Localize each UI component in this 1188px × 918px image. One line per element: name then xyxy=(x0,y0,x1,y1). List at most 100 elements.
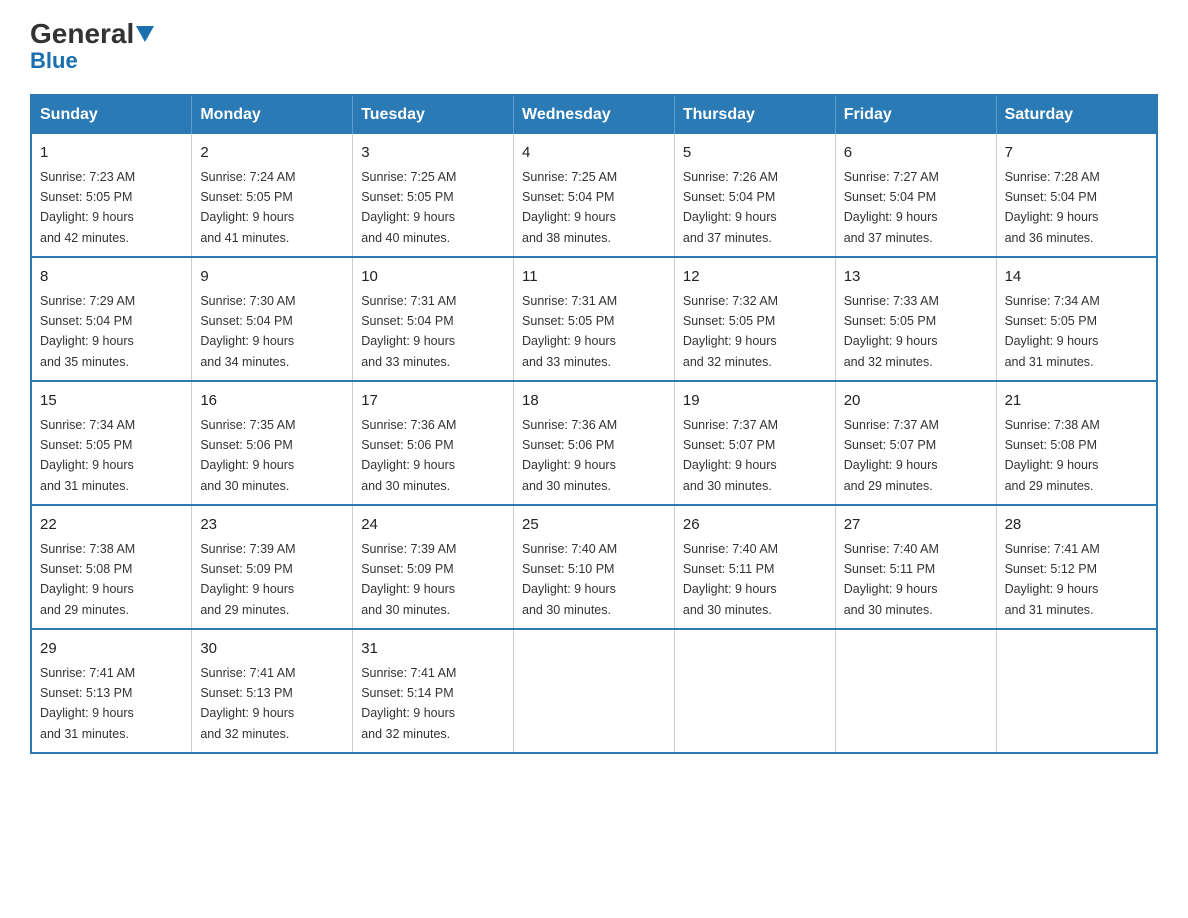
day-number: 11 xyxy=(522,266,666,289)
weekday-header-wednesday: Wednesday xyxy=(514,95,675,134)
day-info: Sunrise: 7:31 AMSunset: 5:04 PMDaylight:… xyxy=(361,294,456,369)
day-number: 26 xyxy=(683,514,827,537)
day-number: 1 xyxy=(40,142,183,165)
day-info: Sunrise: 7:40 AMSunset: 5:11 PMDaylight:… xyxy=(683,542,778,617)
calendar-cell xyxy=(514,629,675,753)
calendar-cell: 24 Sunrise: 7:39 AMSunset: 5:09 PMDaylig… xyxy=(353,505,514,629)
day-number: 15 xyxy=(40,390,183,413)
calendar-cell: 10 Sunrise: 7:31 AMSunset: 5:04 PMDaylig… xyxy=(353,257,514,381)
day-info: Sunrise: 7:28 AMSunset: 5:04 PMDaylight:… xyxy=(1005,170,1100,245)
weekday-header-row: SundayMondayTuesdayWednesdayThursdayFrid… xyxy=(31,95,1157,134)
day-info: Sunrise: 7:41 AMSunset: 5:14 PMDaylight:… xyxy=(361,666,456,741)
day-number: 2 xyxy=(200,142,344,165)
calendar-cell xyxy=(835,629,996,753)
calendar-cell: 20 Sunrise: 7:37 AMSunset: 5:07 PMDaylig… xyxy=(835,381,996,505)
week-row-3: 15 Sunrise: 7:34 AMSunset: 5:05 PMDaylig… xyxy=(31,381,1157,505)
calendar-cell: 29 Sunrise: 7:41 AMSunset: 5:13 PMDaylig… xyxy=(31,629,192,753)
calendar-cell: 19 Sunrise: 7:37 AMSunset: 5:07 PMDaylig… xyxy=(674,381,835,505)
calendar-cell: 6 Sunrise: 7:27 AMSunset: 5:04 PMDayligh… xyxy=(835,134,996,257)
day-info: Sunrise: 7:29 AMSunset: 5:04 PMDaylight:… xyxy=(40,294,135,369)
day-number: 20 xyxy=(844,390,988,413)
day-number: 25 xyxy=(522,514,666,537)
day-number: 21 xyxy=(1005,390,1148,413)
calendar-cell: 13 Sunrise: 7:33 AMSunset: 5:05 PMDaylig… xyxy=(835,257,996,381)
calendar-cell: 15 Sunrise: 7:34 AMSunset: 5:05 PMDaylig… xyxy=(31,381,192,505)
day-number: 29 xyxy=(40,638,183,661)
day-info: Sunrise: 7:31 AMSunset: 5:05 PMDaylight:… xyxy=(522,294,617,369)
calendar-cell: 12 Sunrise: 7:32 AMSunset: 5:05 PMDaylig… xyxy=(674,257,835,381)
day-number: 28 xyxy=(1005,514,1148,537)
week-row-5: 29 Sunrise: 7:41 AMSunset: 5:13 PMDaylig… xyxy=(31,629,1157,753)
day-info: Sunrise: 7:39 AMSunset: 5:09 PMDaylight:… xyxy=(200,542,295,617)
week-row-1: 1 Sunrise: 7:23 AMSunset: 5:05 PMDayligh… xyxy=(31,134,1157,257)
day-info: Sunrise: 7:27 AMSunset: 5:04 PMDaylight:… xyxy=(844,170,939,245)
calendar-cell: 30 Sunrise: 7:41 AMSunset: 5:13 PMDaylig… xyxy=(192,629,353,753)
week-row-2: 8 Sunrise: 7:29 AMSunset: 5:04 PMDayligh… xyxy=(31,257,1157,381)
calendar-cell: 25 Sunrise: 7:40 AMSunset: 5:10 PMDaylig… xyxy=(514,505,675,629)
calendar-cell: 11 Sunrise: 7:31 AMSunset: 5:05 PMDaylig… xyxy=(514,257,675,381)
day-number: 16 xyxy=(200,390,344,413)
day-info: Sunrise: 7:41 AMSunset: 5:13 PMDaylight:… xyxy=(200,666,295,741)
day-number: 30 xyxy=(200,638,344,661)
calendar-cell: 22 Sunrise: 7:38 AMSunset: 5:08 PMDaylig… xyxy=(31,505,192,629)
day-number: 9 xyxy=(200,266,344,289)
day-number: 18 xyxy=(522,390,666,413)
calendar-table: SundayMondayTuesdayWednesdayThursdayFrid… xyxy=(30,94,1158,754)
calendar-cell: 14 Sunrise: 7:34 AMSunset: 5:05 PMDaylig… xyxy=(996,257,1157,381)
calendar-cell: 16 Sunrise: 7:35 AMSunset: 5:06 PMDaylig… xyxy=(192,381,353,505)
weekday-header-thursday: Thursday xyxy=(674,95,835,134)
weekday-header-sunday: Sunday xyxy=(31,95,192,134)
calendar-cell: 8 Sunrise: 7:29 AMSunset: 5:04 PMDayligh… xyxy=(31,257,192,381)
day-info: Sunrise: 7:35 AMSunset: 5:06 PMDaylight:… xyxy=(200,418,295,493)
calendar-cell: 23 Sunrise: 7:39 AMSunset: 5:09 PMDaylig… xyxy=(192,505,353,629)
day-info: Sunrise: 7:36 AMSunset: 5:06 PMDaylight:… xyxy=(361,418,456,493)
day-info: Sunrise: 7:39 AMSunset: 5:09 PMDaylight:… xyxy=(361,542,456,617)
logo-general: General xyxy=(30,20,134,48)
weekday-header-friday: Friday xyxy=(835,95,996,134)
day-info: Sunrise: 7:34 AMSunset: 5:05 PMDaylight:… xyxy=(40,418,135,493)
calendar-cell: 26 Sunrise: 7:40 AMSunset: 5:11 PMDaylig… xyxy=(674,505,835,629)
calendar-cell: 9 Sunrise: 7:30 AMSunset: 5:04 PMDayligh… xyxy=(192,257,353,381)
day-number: 22 xyxy=(40,514,183,537)
page-header: General Blue xyxy=(30,20,1158,74)
weekday-header-saturday: Saturday xyxy=(996,95,1157,134)
calendar-cell: 3 Sunrise: 7:25 AMSunset: 5:05 PMDayligh… xyxy=(353,134,514,257)
weekday-header-monday: Monday xyxy=(192,95,353,134)
day-number: 3 xyxy=(361,142,505,165)
calendar-cell xyxy=(996,629,1157,753)
logo-arrow-icon xyxy=(136,26,154,44)
day-info: Sunrise: 7:26 AMSunset: 5:04 PMDaylight:… xyxy=(683,170,778,245)
week-row-4: 22 Sunrise: 7:38 AMSunset: 5:08 PMDaylig… xyxy=(31,505,1157,629)
calendar-cell: 7 Sunrise: 7:28 AMSunset: 5:04 PMDayligh… xyxy=(996,134,1157,257)
calendar-cell xyxy=(674,629,835,753)
calendar-cell: 31 Sunrise: 7:41 AMSunset: 5:14 PMDaylig… xyxy=(353,629,514,753)
calendar-cell: 21 Sunrise: 7:38 AMSunset: 5:08 PMDaylig… xyxy=(996,381,1157,505)
day-info: Sunrise: 7:24 AMSunset: 5:05 PMDaylight:… xyxy=(200,170,295,245)
calendar-cell: 27 Sunrise: 7:40 AMSunset: 5:11 PMDaylig… xyxy=(835,505,996,629)
calendar-cell: 18 Sunrise: 7:36 AMSunset: 5:06 PMDaylig… xyxy=(514,381,675,505)
calendar-cell: 4 Sunrise: 7:25 AMSunset: 5:04 PMDayligh… xyxy=(514,134,675,257)
day-info: Sunrise: 7:37 AMSunset: 5:07 PMDaylight:… xyxy=(683,418,778,493)
day-info: Sunrise: 7:34 AMSunset: 5:05 PMDaylight:… xyxy=(1005,294,1100,369)
calendar-cell: 1 Sunrise: 7:23 AMSunset: 5:05 PMDayligh… xyxy=(31,134,192,257)
day-number: 10 xyxy=(361,266,505,289)
day-number: 14 xyxy=(1005,266,1148,289)
day-number: 27 xyxy=(844,514,988,537)
day-info: Sunrise: 7:25 AMSunset: 5:05 PMDaylight:… xyxy=(361,170,456,245)
calendar-cell: 2 Sunrise: 7:24 AMSunset: 5:05 PMDayligh… xyxy=(192,134,353,257)
day-number: 12 xyxy=(683,266,827,289)
day-info: Sunrise: 7:41 AMSunset: 5:12 PMDaylight:… xyxy=(1005,542,1100,617)
day-number: 24 xyxy=(361,514,505,537)
day-info: Sunrise: 7:38 AMSunset: 5:08 PMDaylight:… xyxy=(1005,418,1100,493)
day-info: Sunrise: 7:30 AMSunset: 5:04 PMDaylight:… xyxy=(200,294,295,369)
day-info: Sunrise: 7:40 AMSunset: 5:11 PMDaylight:… xyxy=(844,542,939,617)
day-number: 23 xyxy=(200,514,344,537)
day-number: 6 xyxy=(844,142,988,165)
day-number: 4 xyxy=(522,142,666,165)
day-number: 7 xyxy=(1005,142,1148,165)
day-number: 5 xyxy=(683,142,827,165)
day-number: 19 xyxy=(683,390,827,413)
day-info: Sunrise: 7:38 AMSunset: 5:08 PMDaylight:… xyxy=(40,542,135,617)
weekday-header-tuesday: Tuesday xyxy=(353,95,514,134)
day-info: Sunrise: 7:37 AMSunset: 5:07 PMDaylight:… xyxy=(844,418,939,493)
